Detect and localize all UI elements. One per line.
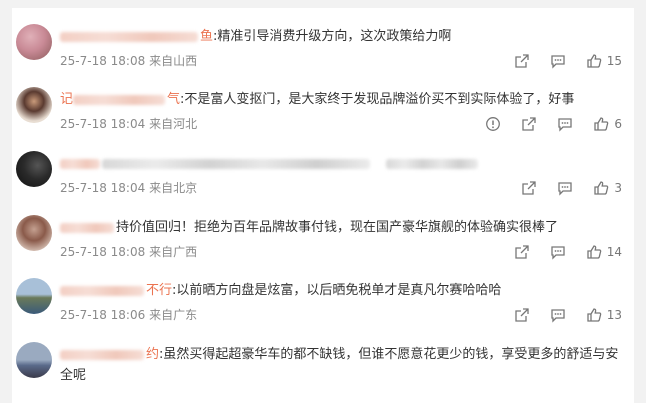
- comment-location: 来自河北: [149, 117, 198, 131]
- avatar[interactable]: [16, 151, 52, 187]
- comment-list: 鱼:精准引导消费升级方向，这次政策给力啊 25-7-18 18:08 来自山西 …: [12, 8, 634, 403]
- share-button[interactable]: [514, 244, 530, 260]
- comment-meta: 25-7-18 18:06 来自广东: [60, 306, 197, 324]
- username[interactable]: [60, 217, 116, 239]
- comment-icon: [551, 55, 565, 69]
- like-button[interactable]: 3: [593, 180, 622, 196]
- comment-content: 记气:不是富人变抠门，是大家终于发现品牌溢价买不到实际体验了，好事: [60, 89, 620, 111]
- comment-meta: 25-7-18 18:08 来自山西: [60, 52, 197, 70]
- like-icon: [594, 117, 609, 131]
- comment-location: 来自山西: [149, 54, 198, 68]
- like-button[interactable]: 14: [586, 244, 622, 260]
- like-count: 6: [614, 117, 622, 131]
- like-button[interactable]: 6: [593, 116, 622, 132]
- comment-button[interactable]: [557, 180, 573, 196]
- comment-button[interactable]: [557, 116, 573, 132]
- like-icon: [587, 245, 602, 259]
- comment-actions: 15: [494, 52, 622, 70]
- comment-content: 不行:以前晒方向盘是炫富，以后晒免税单才是真凡尔赛哈哈哈: [60, 280, 620, 302]
- like-count: 15: [606, 54, 622, 68]
- comment-icon: [558, 182, 573, 196]
- comment-meta: 25-7-18 18:08 来自广西: [60, 243, 197, 261]
- comment-text: :不是富人变抠门，是大家终于发现品牌溢价买不到实际体验了，好事: [180, 92, 575, 107]
- comment-actions: 14: [494, 243, 622, 261]
- username[interactable]: 约: [60, 344, 159, 365]
- comment-actions: 3: [501, 179, 622, 197]
- like-count: 13: [606, 308, 622, 322]
- comment-content: 持价值回归！拒绝为百年品牌故事付钱，现在国产豪华旗舰的体验确实很棒了: [60, 217, 620, 239]
- like-icon: [587, 308, 602, 322]
- comment-item: 鱼:精准引导消费升级方向，这次政策给力啊 25-7-18 18:08 来自山西 …: [12, 22, 634, 82]
- comment-button[interactable]: [550, 53, 566, 69]
- comment-actions: 13: [494, 306, 622, 324]
- comment-button[interactable]: [550, 244, 566, 260]
- comment-item: 记气:不是富人变抠门，是大家终于发现品牌溢价买不到实际体验了，好事 25-7-1…: [12, 85, 634, 145]
- share-icon: [515, 245, 529, 259]
- username[interactable]: 不行: [60, 280, 172, 302]
- comment-location: 来自北京: [149, 181, 198, 195]
- comment-time: 25-7-18 18:08: [60, 54, 146, 68]
- comment-actions: 6: [465, 115, 622, 133]
- comment-content: [60, 153, 620, 175]
- like-button[interactable]: 13: [586, 307, 622, 323]
- comment-item: 约:虽然买得起超豪华车的都不缺钱，但谁不愿意花更少的钱，享受更多的舒适与安全呢: [12, 340, 634, 400]
- comment-icon: [558, 118, 573, 132]
- avatar[interactable]: [16, 278, 52, 314]
- report-button[interactable]: [485, 116, 501, 132]
- username[interactable]: [60, 153, 102, 175]
- comment-text: :精准引导消费升级方向，这次政策给力啊: [213, 29, 452, 44]
- share-button[interactable]: [514, 53, 530, 69]
- like-button[interactable]: 15: [586, 53, 622, 69]
- share-button[interactable]: [521, 180, 537, 196]
- comment-time: 25-7-18 18:04: [60, 117, 146, 131]
- comment-content: 约:虽然买得起超豪华车的都不缺钱，但谁不愿意花更少的钱，享受更多的舒适与安全呢: [60, 344, 620, 386]
- report-icon: [486, 117, 501, 131]
- comment-button[interactable]: [550, 307, 566, 323]
- comment-meta: 25-7-18 18:04 来自北京: [60, 179, 197, 197]
- comment-icon: [551, 246, 565, 260]
- like-count: 3: [614, 181, 622, 195]
- share-icon: [515, 308, 529, 322]
- share-icon: [515, 54, 529, 68]
- share-button[interactable]: [521, 116, 537, 132]
- comment-item: 持价值回归！拒绝为百年品牌故事付钱，现在国产豪华旗舰的体验确实很棒了 25-7-…: [12, 213, 634, 273]
- avatar[interactable]: [16, 87, 52, 123]
- comment-time: 25-7-18 18:08: [60, 245, 146, 259]
- username[interactable]: 记气: [60, 89, 180, 111]
- comment-content: 鱼:精准引导消费升级方向，这次政策给力啊: [60, 26, 620, 48]
- share-button[interactable]: [514, 307, 530, 323]
- comment-location: 来自广东: [149, 308, 198, 322]
- avatar[interactable]: [16, 24, 52, 60]
- comment-icon: [551, 309, 565, 323]
- comment-text: 持价值回归！拒绝为百年品牌故事付钱，现在国产豪华旗舰的体验确实很棒了: [116, 220, 559, 235]
- comment-time: 25-7-18 18:04: [60, 181, 146, 195]
- share-icon: [522, 181, 537, 195]
- like-icon: [594, 181, 609, 195]
- comment-item: 不行:以前晒方向盘是炫富，以后晒免税单才是真凡尔赛哈哈哈 25-7-18 18:…: [12, 276, 634, 336]
- username[interactable]: 鱼: [60, 26, 213, 48]
- comment-location: 来自广西: [149, 245, 198, 259]
- comment-item: 25-7-18 18:04 来自北京 3: [12, 149, 634, 209]
- avatar[interactable]: [16, 342, 52, 378]
- comment-time: 25-7-18 18:06: [60, 308, 146, 322]
- comment-meta: 25-7-18 18:04 来自河北: [60, 115, 197, 133]
- avatar[interactable]: [16, 215, 52, 251]
- like-count: 14: [606, 245, 622, 259]
- comment-text: :以前晒方向盘是炫富，以后晒免税单才是真凡尔赛哈哈哈: [172, 283, 502, 298]
- like-icon: [587, 54, 602, 68]
- share-icon: [522, 117, 537, 131]
